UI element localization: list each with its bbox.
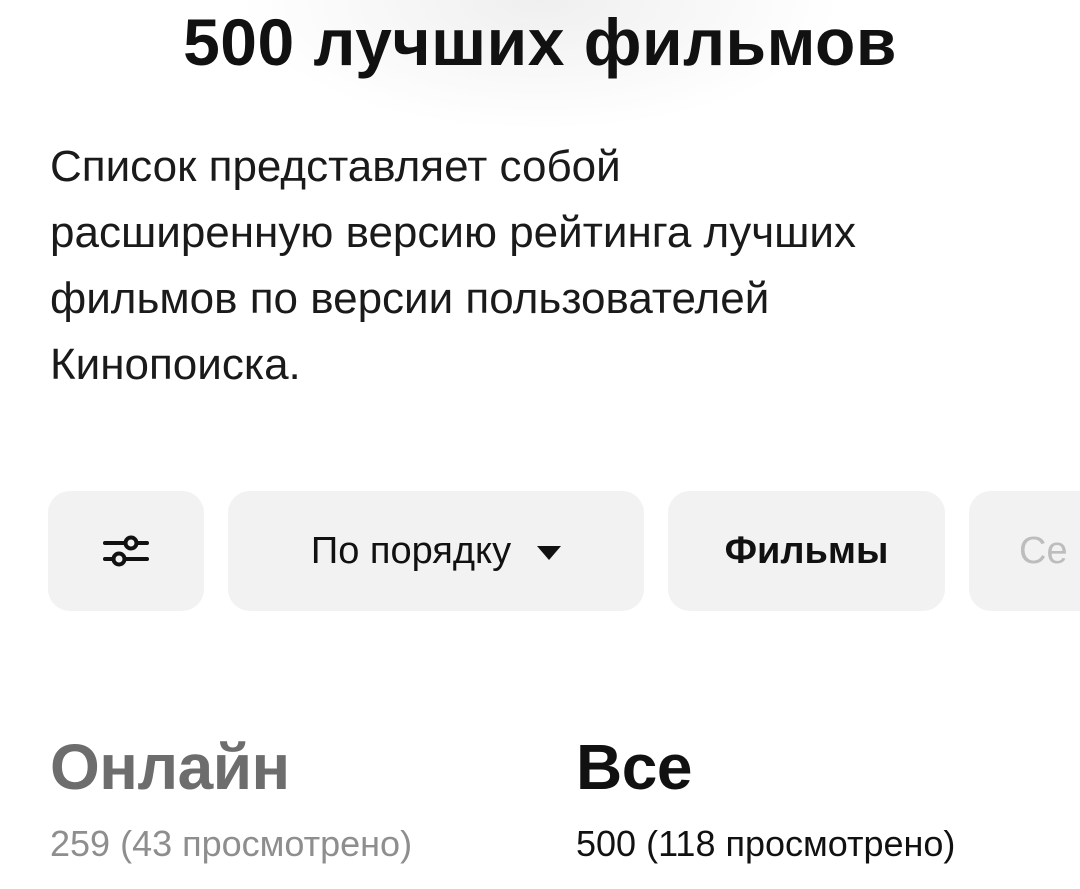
films-filter-label: Фильмы	[724, 529, 889, 572]
description-line: расширенную версию рейтинга лучших	[50, 208, 857, 257]
series-filter-label: Се	[1019, 529, 1068, 572]
page-title: 500 лучших фильмов	[183, 5, 897, 79]
tab-online-watched: (43 просмотрено)	[120, 823, 413, 864]
filter-settings-button[interactable]	[48, 491, 204, 611]
tab-online-total: 259	[50, 823, 111, 864]
tab-all-total: 500	[576, 823, 637, 864]
sort-dropdown-label: По порядку	[310, 529, 512, 572]
tab-online-count: 259 (43 просмотрено)	[50, 822, 412, 866]
page: 500 лучших фильмов Список представляет с…	[0, 0, 1080, 889]
availability-tabs: Онлайн 259 (43 просмотрено) Все 500 (118 п…	[50, 730, 1080, 880]
list-description: Список представляет собой расширенную ве…	[50, 134, 1030, 398]
caret-down-icon	[537, 546, 562, 560]
description-line: фильмов по версии пользователей	[50, 274, 770, 323]
tab-all-watched: (118 просмотрено)	[646, 823, 956, 864]
description-line: Кинопоиска.	[50, 340, 301, 389]
tab-online[interactable]: Онлайн 259 (43 просмотрено)	[50, 730, 412, 866]
filter-bar: По порядку Фильмы Се	[48, 491, 1080, 611]
tab-online-title: Онлайн	[50, 731, 290, 803]
sliders-icon	[103, 535, 149, 567]
tab-all[interactable]: Все 500 (118 просмотрено)	[576, 730, 955, 866]
films-filter-button[interactable]: Фильмы	[668, 491, 945, 611]
tab-all-count: 500 (118 просмотрено)	[576, 822, 955, 866]
tab-all-title: Все	[576, 731, 692, 803]
description-line: Список представляет собой	[50, 142, 621, 191]
sort-dropdown[interactable]: По порядку	[228, 491, 644, 611]
series-filter-button[interactable]: Се	[969, 491, 1080, 611]
